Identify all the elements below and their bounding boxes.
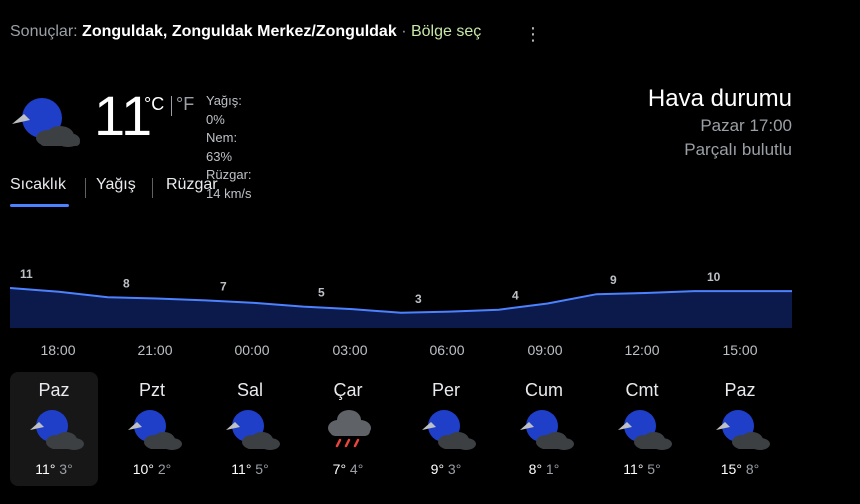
forecast-day[interactable]: Cum 8° 1° — [500, 372, 588, 486]
forecast-day[interactable]: Paz 11° 3° — [10, 372, 98, 486]
partly-cloudy-night-icon — [418, 406, 476, 452]
chart-value-label: 8 — [123, 276, 130, 290]
time-label: 18:00 — [40, 342, 76, 358]
high-temperature: 11° — [35, 461, 56, 477]
unit-divider — [171, 96, 172, 116]
day-temperatures: 11° 5° — [598, 461, 686, 477]
tab-divider — [85, 178, 86, 198]
chart-value-label: 5 — [318, 286, 325, 300]
low-temperature: 8° — [741, 461, 760, 477]
day-name: Paz — [724, 380, 756, 400]
results-prefix: Sonuçlar: — [10, 23, 78, 40]
high-temperature: 15° — [720, 461, 742, 477]
celsius-toggle[interactable]: °C — [144, 94, 164, 115]
chart-area — [10, 288, 792, 328]
partly-cloudy-night-icon — [712, 406, 770, 452]
time-label: 15:00 — [722, 342, 758, 358]
daily-forecast: Paz 11° 3° Pzt 10° 2° Sal 11° 5° Çar 7° 4° Per 9°… — [10, 372, 810, 488]
low-temperature: 5° — [251, 461, 269, 477]
day-temperatures: 10° 2° — [108, 461, 196, 477]
day-name: Per — [431, 380, 460, 400]
location-bar: Sonuçlar: Zonguldak, Zonguldak Merkez/Zo… — [10, 23, 481, 45]
time-label: 00:00 — [234, 342, 270, 358]
day-temperatures: 8° 1° — [500, 461, 588, 477]
select-region-link[interactable]: Bölge seç — [411, 23, 481, 40]
chart-value-label: 3 — [415, 292, 422, 306]
high-temperature: 10° — [132, 461, 154, 477]
day-name: Cmt — [625, 380, 659, 400]
day-temperatures: 11° 5° — [206, 461, 294, 477]
partly-cloudy-night-icon — [614, 406, 672, 452]
partly-cloudy-night-icon — [516, 406, 574, 452]
day-temperatures: 15° 8° — [696, 461, 784, 477]
weather-summary: Hava durumu Pazar 17:00 Parçalı bulutlu — [648, 84, 792, 162]
day-name: Paz — [38, 380, 70, 400]
low-temperature: 2° — [153, 461, 172, 477]
forecast-day[interactable]: Sal 11° 5° — [206, 372, 294, 486]
humidity-text: Nem: 63% — [206, 130, 238, 164]
tab-divider — [152, 178, 153, 198]
separator: · — [401, 23, 407, 40]
time-label: 09:00 — [527, 342, 563, 358]
temperature-chart: 11 8 7 5 3 4 9 10 — [10, 267, 792, 328]
weather-condition: Parçalı bulutlu — [684, 140, 792, 159]
forecast-day[interactable]: Pzt 10° 2° — [108, 372, 196, 486]
weather-time: Pazar 17:00 — [700, 116, 792, 135]
partly-cloudy-night-icon — [222, 406, 280, 452]
time-label: 03:00 — [332, 342, 368, 358]
precipitation-text: Yağış: 0% — [206, 93, 242, 127]
forecast-day[interactable]: Çar 7° 4° — [304, 372, 392, 486]
time-label: 12:00 — [624, 342, 660, 358]
active-tab-indicator — [10, 204, 69, 207]
high-temperature: 11° — [231, 461, 252, 477]
day-name: Sal — [236, 380, 263, 400]
day-temperatures: 11° 3° — [10, 461, 98, 477]
low-temperature: 3° — [444, 461, 462, 477]
tab-temperature[interactable]: Sıcaklık — [10, 176, 66, 194]
high-temperature: 11° — [623, 461, 644, 477]
day-temperatures: 7° 4° — [304, 461, 392, 477]
forecast-day[interactable]: Per 9° 3° — [402, 372, 490, 486]
low-temperature: 3° — [55, 461, 73, 477]
high-temperature: 9° — [430, 461, 445, 477]
fahrenheit-toggle[interactable]: °F — [176, 94, 194, 115]
time-label: 21:00 — [137, 342, 173, 358]
partly-cloudy-night-icon — [12, 98, 80, 147]
more-options-icon[interactable]: ⋮ — [524, 22, 542, 46]
low-temperature: 1° — [542, 461, 560, 477]
time-axis: 18:00 21:00 00:00 03:00 06:00 09:00 12:0… — [10, 342, 792, 362]
partly-cloudy-night-icon — [124, 406, 182, 452]
chart-value-label: 10 — [707, 270, 721, 284]
high-temperature: 8° — [528, 461, 543, 477]
tab-precipitation[interactable]: Yağış — [96, 176, 136, 194]
location-name: Zonguldak, Zonguldak Merkez/Zonguldak — [82, 23, 397, 40]
day-name: Cum — [524, 380, 563, 400]
day-name: Çar — [333, 380, 363, 400]
low-temperature: 4° — [346, 461, 364, 477]
day-temperatures: 9° 3° — [402, 461, 490, 477]
high-temperature: 7° — [332, 461, 347, 477]
time-label: 06:00 — [429, 342, 465, 358]
forecast-day[interactable]: Paz 15° 8° — [696, 372, 784, 486]
chart-value-label: 11 — [20, 267, 33, 281]
rain-icon — [320, 406, 378, 452]
weather-title: Hava durumu — [647, 85, 792, 112]
chart-value-label: 7 — [220, 279, 227, 293]
day-name: Pzt — [138, 380, 165, 400]
chart-value-label: 4 — [512, 289, 519, 303]
low-temperature: 5° — [643, 461, 661, 477]
partly-cloudy-night-icon — [26, 406, 84, 452]
forecast-day[interactable]: Cmt 11° 5° — [598, 372, 686, 486]
chart-value-label: 9 — [610, 273, 617, 287]
tab-wind[interactable]: Rüzgar — [166, 176, 218, 194]
